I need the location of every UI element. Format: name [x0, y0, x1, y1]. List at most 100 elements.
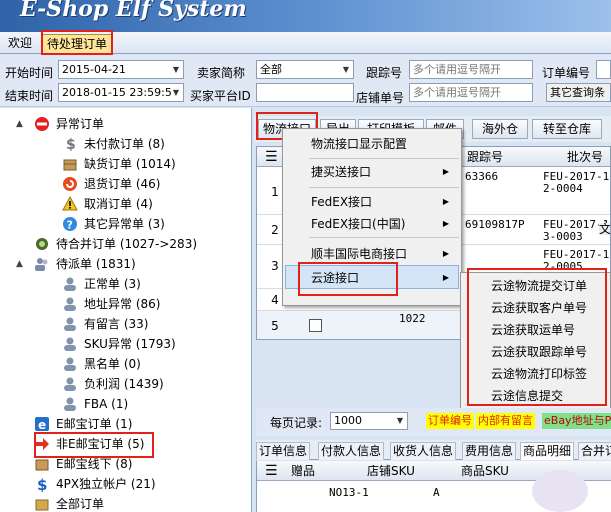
start-time-input[interactable]: 2015-04-21 ▼	[58, 60, 184, 79]
user-icon	[64, 317, 76, 331]
tree-item-label: 非E邮宝订单 (5)	[56, 437, 145, 451]
chevron-down-icon[interactable]: ▼	[393, 413, 407, 429]
user-icon	[64, 397, 76, 411]
overflow-text: 文	[599, 222, 611, 236]
menu-item-sf-express[interactable]: 顺丰国际电商接口 ▶	[311, 243, 457, 265]
menu-item-display-config[interactable]: 物流接口显示配置	[311, 133, 407, 155]
menu-separator	[309, 237, 459, 238]
user-icon	[64, 357, 76, 371]
order-tree: ▲ 异常订单 $ 未付款订单 (8) 缺货订单 (1014) 退货订单 (46)…	[0, 108, 252, 512]
tree-item-label: 待合并订单 (1027->283)	[56, 237, 198, 251]
detail-menu-icon[interactable]: ☰	[265, 461, 278, 481]
svg-text:$: $	[66, 137, 76, 152]
tag-order-no: 订单编号	[426, 413, 474, 429]
order-no-input[interactable]	[596, 60, 611, 79]
seller-select[interactable]: 全部 ▼	[256, 60, 354, 79]
row-checkbox[interactable]	[309, 319, 322, 332]
start-time-label: 开始时间	[5, 66, 54, 80]
menu-item-jiemaisong[interactable]: 捷买送接口 ▶	[311, 161, 457, 183]
tree-item-label: 退货订单 (46)	[84, 177, 161, 191]
batch-cell-2: 3-0003	[543, 230, 583, 243]
submenu-item-info-submit[interactable]: 云途信息提交	[491, 386, 563, 406]
collapse-icon[interactable]: ▲	[16, 254, 26, 274]
collapse-icon[interactable]: ▲	[16, 114, 26, 134]
tree-item-label: 异常订单	[56, 117, 105, 131]
col-store-sku-header[interactable]: 店铺SKU	[367, 461, 415, 481]
logistics-context-menu: 物流接口显示配置 捷买送接口 ▶ FedEX接口 ▶ FedEX接口(中国) ▶…	[282, 128, 462, 306]
box-icon	[35, 499, 49, 511]
submenu-item-get-tracking-no[interactable]: 云途获取跟踪单号	[491, 342, 587, 362]
users-icon	[35, 258, 48, 271]
submenu-item-get-customer-no[interactable]: 云途获取客户单号	[491, 298, 587, 318]
end-time-label: 结束时间	[5, 89, 54, 103]
end-time-input[interactable]: 2018-01-15 23:59:5 ▼	[58, 83, 184, 102]
dollar-icon: $	[66, 137, 76, 152]
tree-item-label: E邮宝线下 (8)	[56, 457, 133, 471]
tab-welcome[interactable]: 欢迎	[4, 34, 36, 54]
tab-product-detail[interactable]: 商品明细	[520, 442, 575, 460]
menu-item-label: 捷买送接口	[311, 165, 372, 179]
user-icon	[64, 277, 76, 291]
gear-icon	[36, 238, 48, 250]
grid-menu-icon[interactable]: ☰	[265, 147, 278, 167]
col-product-sku-header[interactable]: 商品SKU	[461, 461, 509, 481]
tag-ebay-address: eBay地址与P	[542, 413, 611, 429]
user-icon	[64, 297, 76, 311]
tab-merge-order[interactable]: 合并订	[578, 442, 611, 460]
product-sku-cell: A	[433, 486, 440, 499]
col-gift-header[interactable]: 赠品	[291, 461, 315, 481]
store-order-input[interactable]: 多个请用逗号隔开	[409, 83, 533, 102]
menu-item-fedex[interactable]: FedEX接口 ▶	[311, 191, 457, 213]
chevron-down-icon[interactable]: ▼	[169, 61, 183, 78]
per-page-select[interactable]: 1000 ▼	[330, 412, 408, 430]
tab-fee-info[interactable]: 费用信息	[462, 442, 517, 460]
chevron-down-icon[interactable]: ▼	[339, 61, 353, 78]
tree-item-label: 待派单 (1831)	[56, 257, 136, 271]
svg-text:?: ?	[67, 219, 73, 232]
tab-order-info[interactable]: 订单信息	[256, 442, 311, 460]
start-time-value: 2015-04-21	[62, 63, 126, 76]
svg-text:e: e	[38, 418, 46, 432]
tree-item-label: 缺货订单 (1014)	[84, 157, 176, 171]
arrow-right-icon	[35, 438, 49, 450]
overseas-warehouse-button[interactable]: 海外仓	[472, 119, 528, 139]
transfer-warehouse-button[interactable]: 转至仓库	[532, 119, 602, 139]
tag-internal-note: 内部有留言	[476, 413, 535, 429]
tree-item-label: 全部订单	[56, 497, 105, 511]
store-order-placeholder: 多个请用逗号隔开	[413, 86, 501, 99]
tab-receiver-info[interactable]: 收货人信息	[390, 442, 457, 460]
col-tracking-header[interactable]: 跟踪号	[467, 147, 503, 167]
per-page-value: 1000	[334, 414, 362, 427]
submenu-item-get-waybill-no[interactable]: 云途获取运单号	[491, 320, 575, 340]
tracking-cell: 69109817P	[465, 218, 525, 231]
tracking-input[interactable]: 多个请用逗号隔开	[409, 60, 533, 79]
platform-id-input[interactable]	[256, 83, 354, 102]
tab-pending-orders[interactable]: 待处理订单	[42, 34, 113, 54]
tab-payer-info[interactable]: 付款人信息	[318, 442, 385, 460]
tree-item-label: 有留言 (33)	[84, 317, 149, 331]
other-query-select[interactable]: 其它查询条	[546, 83, 611, 102]
submenu-arrow-icon: ▶	[442, 197, 449, 206]
submenu-item-print-label[interactable]: 云途物流打印标签	[491, 364, 587, 384]
detail-tabs: 订单信息 付款人信息 收货人信息 费用信息 商品明细 合并订	[256, 440, 611, 460]
tree-item-label: 黑名单 (0)	[84, 357, 141, 371]
store-order-label: 店铺单号	[356, 91, 405, 105]
tree-item-label: FBA (1)	[84, 397, 129, 411]
user-icon	[64, 337, 76, 351]
per-page-label: 每页记录:	[270, 416, 323, 430]
chevron-down-icon[interactable]: ▼	[169, 84, 183, 101]
submenu-item-submit-order[interactable]: 云途物流提交订单	[491, 276, 587, 296]
col-batch-header[interactable]: 批次号	[567, 147, 603, 167]
menu-item-yuntu[interactable]: 云途接口 ▶	[311, 267, 457, 289]
user-icon	[64, 377, 76, 391]
box-icon	[63, 159, 77, 171]
tracking-label: 跟踪号	[366, 66, 403, 80]
yuntu-submenu: 云途物流提交订单 云途获取客户单号 云途获取运单号 云途获取跟踪单号 云途物流打…	[460, 272, 611, 410]
menu-item-fedex-china[interactable]: FedEX接口(中国) ▶	[311, 213, 457, 235]
end-time-value: 2018-01-15 23:59:5	[62, 86, 172, 99]
tracking-placeholder: 多个请用逗号隔开	[413, 63, 501, 76]
submenu-arrow-icon: ▶	[442, 167, 449, 176]
order-no-label: 订单编号	[542, 66, 591, 80]
menu-item-label: FedEX接口	[311, 195, 373, 209]
tracking-cell: 63366	[465, 170, 499, 183]
